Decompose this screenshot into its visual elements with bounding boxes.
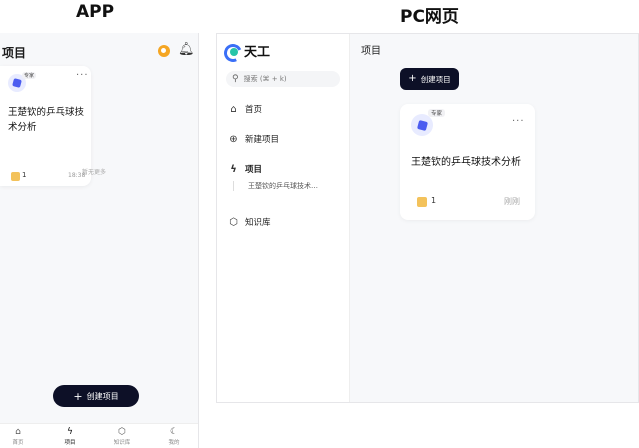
pc-project-card[interactable]: 专家 ··· 王楚钦的乒乓球技术分析 1 刚刚 xyxy=(400,104,535,220)
brand-logo-icon xyxy=(224,43,240,59)
sidebar-item-home[interactable]: ⌂ 首页 xyxy=(228,103,263,116)
sidebar-item-knowledge[interactable]: ⬡ 知识库 xyxy=(228,216,271,229)
sidebar-item-label: 项目 xyxy=(245,165,263,175)
app-page-title: 项目 xyxy=(2,46,27,60)
tab-label: 知识库 xyxy=(113,440,131,446)
sidebar: 天工 ⚲ 搜索 (⌘ + k) ⌂ 首页 ⊕ 新建项目 ϟ 项目 王楚钦的乒乓球… xyxy=(217,34,350,402)
project-name: 王楚钦的乒乓球技术分析 xyxy=(411,157,521,168)
sidebar-item-new-project[interactable]: ⊕ 新建项目 xyxy=(228,133,280,146)
expert-tag: 专家 xyxy=(22,72,37,79)
bell-icon[interactable]: 🔔︎ xyxy=(178,42,195,57)
cube-icon: ⬡ xyxy=(118,427,126,437)
expert-avatar-icon xyxy=(411,114,433,136)
bottom-tab-bar: ⌂ 首页 ϟ 项目 ⬡ 知识库 ☾ 我的 xyxy=(0,423,198,448)
create-project-label: 创建项目 xyxy=(420,74,451,84)
home-icon: ⌂ xyxy=(15,427,21,437)
more-icon[interactable]: ··· xyxy=(512,116,525,127)
file-icon xyxy=(11,172,20,181)
pc-column-title: PC网页 xyxy=(400,7,459,27)
main-content: 项目 + 创建项目 专家 ··· 王楚钦的乒乓球技术分析 1 刚刚 xyxy=(350,34,638,402)
tab-me[interactable]: ☾ 我的 xyxy=(159,427,189,446)
home-icon: ⌂ xyxy=(230,103,237,115)
tab-projects[interactable]: ϟ 项目 xyxy=(55,427,85,446)
create-project-button[interactable]: + 创建项目 xyxy=(53,385,139,407)
sidebar-subitem-project[interactable]: 王楚钦的乒乓球技术… xyxy=(233,181,318,191)
timestamp: 刚刚 xyxy=(504,197,520,206)
tab-label: 项目 xyxy=(64,440,76,446)
app-header: 项目 🔔︎ xyxy=(0,33,198,69)
tab-label: 我的 xyxy=(168,440,180,446)
page-title: 项目 xyxy=(361,46,381,57)
file-count: 1 xyxy=(22,171,27,179)
file-icon xyxy=(417,197,427,207)
sidebar-item-label: 新建项目 xyxy=(245,135,280,145)
coin-icon[interactable] xyxy=(158,45,170,57)
search-icon: ⚲ xyxy=(232,74,239,84)
user-icon: ☾ xyxy=(169,427,179,437)
project-name: 王楚钦的乒乓球技术分析 xyxy=(8,107,85,133)
plus-circle-icon: ⊕ xyxy=(229,133,238,145)
file-count: 1 xyxy=(431,196,437,205)
search-box[interactable]: ⚲ 搜索 (⌘ + k) xyxy=(226,71,340,87)
app-project-card[interactable]: 专家 ··· 王楚钦的乒乓球技术分析 1 18:38 xyxy=(0,66,91,186)
bolt-icon: ϟ xyxy=(67,427,73,437)
search-placeholder: 搜索 (⌘ + k) xyxy=(243,75,287,83)
sidebar-item-label: 首页 xyxy=(245,105,263,115)
create-project-button[interactable]: + 创建项目 xyxy=(400,68,459,90)
plus-icon: + xyxy=(408,73,417,84)
cube-icon: ⬡ xyxy=(229,216,238,228)
tab-knowledge[interactable]: ⬡ 知识库 xyxy=(107,427,137,446)
tab-label: 首页 xyxy=(12,440,24,446)
tab-home[interactable]: ⌂ 首页 xyxy=(3,427,33,446)
pc-window: 天工 ⚲ 搜索 (⌘ + k) ⌂ 首页 ⊕ 新建项目 ϟ 项目 王楚钦的乒乓球… xyxy=(216,33,639,403)
plus-icon: + xyxy=(73,389,83,403)
expert-tag: 专家 xyxy=(428,109,446,117)
brand[interactable]: 天工 xyxy=(224,41,270,60)
app-column-title: APP xyxy=(76,2,115,22)
bolt-icon: ϟ xyxy=(230,163,237,175)
create-project-label: 创建项目 xyxy=(86,391,119,401)
sidebar-item-label: 知识库 xyxy=(245,218,271,228)
sidebar-item-projects[interactable]: ϟ 项目 xyxy=(228,163,263,176)
app-screen: 项目 🔔︎ 专家 ··· 王楚钦的乒乓球技术分析 1 18:38 暂无更多 + … xyxy=(0,33,199,448)
no-more-text: 暂无更多 xyxy=(82,169,107,176)
brand-name: 天工 xyxy=(244,45,271,60)
more-icon[interactable]: ··· xyxy=(76,70,89,81)
